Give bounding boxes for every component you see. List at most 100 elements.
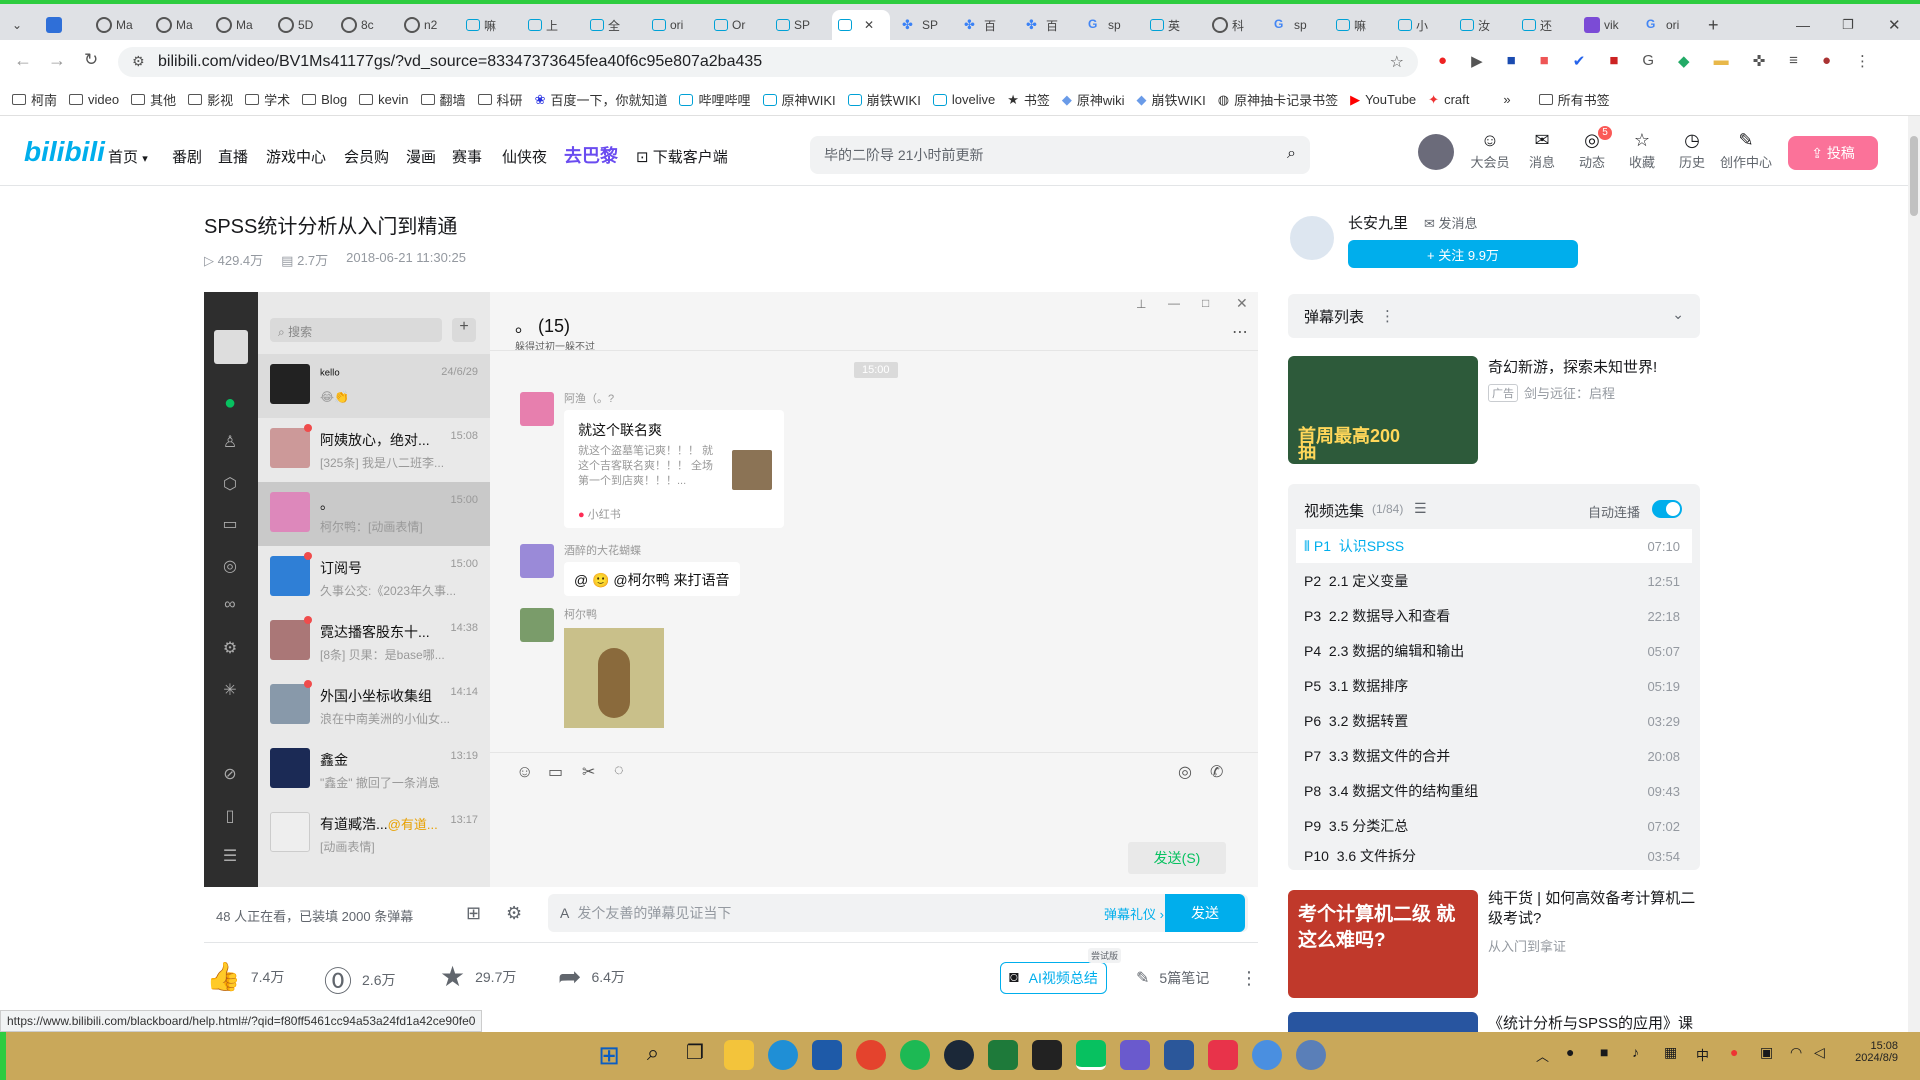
file-icon[interactable]: ▭	[548, 762, 563, 782]
danmaku-list-toggle[interactable]: 弹幕列表 ⋮ ⌄	[1288, 294, 1700, 338]
sender-avatar[interactable]	[520, 608, 554, 642]
tab-item[interactable]: Or	[708, 10, 751, 40]
episode-item-current[interactable]: ⫴ P1 认识SPSS 07:10	[1296, 529, 1692, 563]
chat-list-item[interactable]: 霓达播客股东十... 14:38 [8条] 贝果：是base哪...	[258, 610, 490, 674]
nav-shop[interactable]: 会员购	[344, 146, 389, 167]
chat-list-item[interactable]: ᵏᵉˡˡᵒ 24/6/29 😂👏	[258, 354, 490, 418]
folder-icon[interactable]: ▭	[218, 514, 242, 538]
header-messages[interactable]: ✉ 消息	[1520, 130, 1564, 171]
danmaku-send-button[interactable]: 发送	[1165, 894, 1245, 932]
tray-icon[interactable]: ■	[1600, 1044, 1608, 1060]
miniprogram-icon[interactable]: ✳	[218, 680, 242, 704]
danmaku-settings-icon[interactable]: ⚙	[506, 903, 522, 924]
follow-button[interactable]: + 关注 9.9万	[1348, 240, 1578, 268]
folder-icon[interactable]: ▬	[1714, 52, 1729, 74]
autoplay-toggle[interactable]	[1652, 500, 1682, 518]
more-bookmarks-icon[interactable]: »	[1503, 92, 1510, 107]
bookmark-folder[interactable]: kevin	[359, 92, 409, 107]
episode-item[interactable]: P5 3.1 数据排序 05:19	[1296, 669, 1692, 703]
tray-icon[interactable]: ●	[1730, 1044, 1738, 1060]
sender-avatar[interactable]	[520, 392, 554, 426]
tab-item[interactable]: n2	[398, 10, 443, 40]
chat-list-item[interactable]: 外国小坐标收集组 14:14 浪在中南美洲的小仙女...	[258, 674, 490, 738]
tab-item[interactable]: Ma	[90, 10, 139, 40]
bookmark-folder[interactable]: Blog	[302, 92, 347, 107]
tab-item[interactable]: vik	[1578, 10, 1625, 40]
more-options-icon[interactable]: ⋮	[1380, 307, 1395, 325]
ad-image[interactable]: 首周最高200抽	[1288, 356, 1478, 464]
forward-icon[interactable]: →	[48, 50, 66, 71]
episode-item[interactable]: P6 3.2 数据转置 03:29	[1296, 704, 1692, 738]
bookmark-link[interactable]: 崩铁WIKI	[847, 90, 921, 109]
nav-live[interactable]: 直播	[218, 146, 248, 167]
close-tab-icon[interactable]: ✕	[864, 18, 874, 32]
sender-avatar[interactable]	[520, 544, 554, 578]
zotero-icon[interactable]	[1208, 1040, 1238, 1070]
upload-button[interactable]: ⇪ 投稿	[1788, 136, 1878, 170]
share-button[interactable]: ➦ 6.4万	[558, 960, 625, 993]
pin-icon[interactable]: ⊥	[1136, 297, 1146, 311]
scrollbar-thumb[interactable]	[1910, 136, 1918, 216]
app-icon[interactable]	[1032, 1040, 1062, 1070]
minimize-window-icon[interactable]: —	[1790, 10, 1816, 40]
wechat-send-button[interactable]: 发送(S)	[1128, 842, 1226, 874]
wifi-icon[interactable]: ◠	[1790, 1044, 1802, 1061]
chat-list-item[interactable]: 有道臧浩...@有道... 13:17 [动画表情]	[258, 802, 490, 866]
extension-icon[interactable]: ■	[1609, 52, 1618, 74]
close-icon[interactable]: ✕	[1236, 295, 1248, 312]
obsidian-icon[interactable]	[1120, 1040, 1150, 1070]
play-extension-icon[interactable]: ▶	[1471, 52, 1483, 74]
spotify-icon[interactable]	[900, 1040, 930, 1070]
tab-item[interactable]: ✤ 百	[958, 10, 1002, 40]
extension-icon[interactable]: ■	[1507, 52, 1516, 74]
tab-item[interactable]: 嘛	[460, 10, 502, 40]
store-icon[interactable]	[812, 1040, 842, 1070]
tab-item[interactable]: Ma	[150, 10, 199, 40]
danmaku-toggle-icon[interactable]: ⊞	[466, 903, 481, 924]
new-tab-button[interactable]: +	[1702, 10, 1725, 40]
menu-dots-icon[interactable]: ⋮	[1855, 52, 1870, 74]
tab-item[interactable]: Gsp	[1082, 10, 1127, 40]
tab-item[interactable]: Gsp	[1268, 10, 1313, 40]
app-icon[interactable]	[1296, 1040, 1326, 1070]
bookmark-link[interactable]: ✦ craft	[1428, 92, 1469, 108]
volume-icon[interactable]: ◁	[1814, 1044, 1825, 1061]
minimize-icon[interactable]: —	[1168, 296, 1180, 310]
chat-list-item[interactable]: 鑫金 13:19 "鑫金" 撤回了一条消息	[258, 738, 490, 802]
tab-item[interactable]: Ma	[210, 10, 259, 40]
tab-item[interactable]: SP	[770, 10, 816, 40]
task-view-icon[interactable]: ❐	[680, 1040, 710, 1070]
wechat-avatar[interactable]	[214, 330, 248, 364]
tab-item[interactable]: 8c	[335, 10, 380, 40]
ai-summary-button[interactable]: ◙ AI视频总结	[1000, 962, 1107, 994]
puzzle-icon[interactable]: ✜	[1753, 52, 1766, 74]
tab-item[interactable]: ✤ SP	[896, 10, 944, 40]
user-avatar[interactable]	[1418, 134, 1454, 170]
uploader-name[interactable]: 长安九里	[1348, 212, 1408, 233]
bookmark-link[interactable]: ❀ 百度一下，你就知道	[535, 90, 668, 109]
tab-search-menu[interactable]: ⌄	[6, 10, 34, 40]
episode-item[interactable]: P2 2.1 定义变量 12:51	[1296, 564, 1692, 598]
search-icon[interactable]: ⌕	[638, 1040, 668, 1070]
bookmark-link[interactable]: 哔哩哔哩	[679, 90, 751, 109]
uploader-avatar[interactable]	[1288, 214, 1336, 262]
excel-icon[interactable]	[988, 1040, 1018, 1070]
shared-card[interactable]: 就这个联名爽 就这个盗墓笔记爽！！！ 就这个吉客联名爽！！！ 全场第一个到店爽！…	[564, 410, 784, 528]
all-bookmarks[interactable]: 所有书签	[1538, 90, 1610, 109]
bookmark-link[interactable]: 原神WIKI	[762, 90, 836, 109]
nav-xianxia[interactable]: 仙侠夜	[502, 146, 547, 167]
search-icon[interactable]: ⌕	[1287, 145, 1296, 163]
search-mini-icon[interactable]: ⚙	[218, 638, 242, 662]
header-dynamics[interactable]: ◎ 动态 5	[1570, 126, 1614, 171]
tray-icon[interactable]: ●	[1566, 1044, 1574, 1060]
maximize-icon[interactable]: □	[1202, 296, 1209, 310]
channels-icon[interactable]: ∞	[218, 596, 242, 620]
bookmark-link[interactable]: lovelive	[932, 92, 995, 107]
sticker-image[interactable]	[564, 628, 664, 728]
contacts-icon[interactable]: ♙	[218, 432, 242, 456]
tab-item[interactable]	[40, 10, 68, 40]
tray-expand-icon[interactable]: ︿	[1536, 1046, 1549, 1065]
bookmark-folder[interactable]: 影视	[188, 90, 233, 109]
extension-icon[interactable]: ◆	[1678, 52, 1690, 74]
file-explorer-icon[interactable]	[724, 1040, 754, 1070]
